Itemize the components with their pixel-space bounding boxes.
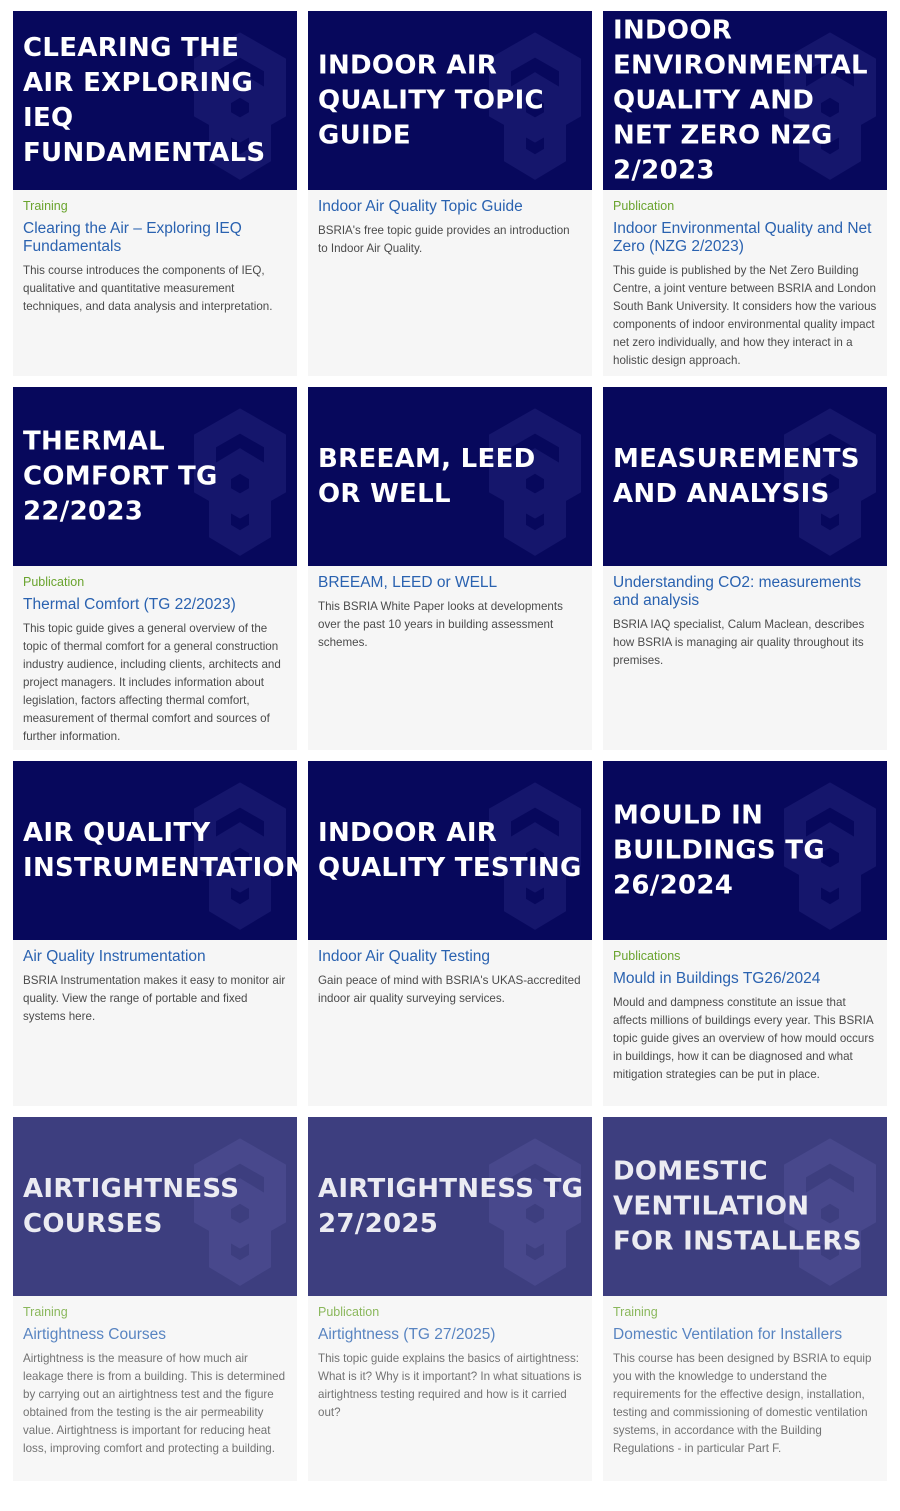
card-banner-title: MEASUREMENTS AND ANALYSIS: [613, 443, 860, 509]
card-banner-title: CLEARING THE AIR EXPLORING IEQ FUNDAMENT…: [23, 32, 266, 168]
card-banner-title: INDOOR AIR QUALITY TESTING: [318, 817, 582, 883]
card-banner-title: BREEAM, LEED OR WELL: [318, 443, 536, 509]
content-card[interactable]: THERMAL COMFORT TG 22/2023 Publication T…: [13, 387, 297, 750]
card-banner-title: AIRTIGHTNESS COURSES: [23, 1173, 240, 1239]
card-description: This topic guide explains the basics of …: [318, 1352, 582, 1419]
card-description: This course has been designed by BSRIA t…: [613, 1352, 872, 1455]
card-title-link[interactable]: Indoor Environmental Quality and Net Zer…: [613, 220, 877, 256]
card-banner: INDOOR AIR QUALITY TESTING: [308, 761, 592, 940]
card-description: This course introduces the components of…: [23, 264, 273, 313]
card-description: Gain peace of mind with BSRIA's UKAS-acc…: [318, 974, 581, 1005]
card-description: BSRIA Instrumentation makes it easy to m…: [23, 974, 286, 1023]
content-card-grid: CLEARING THE AIR EXPLORING IEQ FUNDAMENT…: [0, 0, 900, 1511]
card-banner: AIR QUALITY INSTRUMENTATION: [13, 761, 297, 940]
card-category: Training: [23, 1305, 68, 1319]
card-title-link[interactable]: Clearing the Air – Exploring IEQ Fundame…: [23, 220, 287, 256]
card-banner-title: THERMAL COMFORT TG 22/2023: [23, 426, 218, 526]
card-banner: INDOOR AIR QUALITY TOPIC GUIDE: [308, 11, 592, 190]
card-title-link[interactable]: Indoor Air Quality Topic Guide: [318, 198, 582, 216]
card-banner: BREEAM, LEED OR WELL: [308, 387, 592, 566]
card-title-link[interactable]: BREEAM, LEED or WELL: [318, 574, 582, 592]
content-card[interactable]: BREEAM, LEED OR WELL BREEAM, LEED or WEL…: [308, 387, 592, 750]
card-banner: AIRTIGHTNESS COURSES: [13, 1117, 297, 1296]
card-title-link[interactable]: Thermal Comfort (TG 22/2023): [23, 596, 287, 614]
card-description: BSRIA IAQ specialist, Calum Maclean, des…: [613, 618, 865, 667]
content-card[interactable]: MOULD IN BUILDINGS TG 26/2024 Publicatio…: [603, 761, 887, 1106]
card-banner: INDOOR ENVIRONMENTAL QUALITY AND NET ZER…: [603, 11, 887, 190]
card-banner-title: MOULD IN BUILDINGS TG 26/2024: [613, 800, 825, 900]
card-category: Publication: [23, 575, 85, 589]
card-title-link[interactable]: Airtightness (TG 27/2025): [318, 1326, 582, 1344]
content-card[interactable]: AIR QUALITY INSTRUMENTATION Air Quality …: [13, 761, 297, 1106]
card-category: Publication: [613, 199, 675, 213]
card-title-link[interactable]: Understanding CO2: measurements and anal…: [613, 574, 877, 610]
content-card[interactable]: INDOOR AIR QUALITY TOPIC GUIDE Indoor Ai…: [308, 11, 592, 376]
card-banner-title: AIRTIGHTNESS TG 27/2025: [318, 1173, 584, 1239]
content-card[interactable]: CLEARING THE AIR EXPLORING IEQ FUNDAMENT…: [13, 11, 297, 376]
card-banner: AIRTIGHTNESS TG 27/2025: [308, 1117, 592, 1296]
card-banner-title: DOMESTIC VENTILATION FOR INSTALLERS: [613, 1156, 862, 1256]
card-banner: CLEARING THE AIR EXPLORING IEQ FUNDAMENT…: [13, 11, 297, 190]
card-description: Airtightness is the measure of how much …: [23, 1352, 286, 1455]
card-banner: MOULD IN BUILDINGS TG 26/2024: [603, 761, 887, 940]
card-category: Publication: [318, 1305, 380, 1319]
card-description: BSRIA's free topic guide provides an int…: [318, 224, 570, 255]
card-title-link[interactable]: Mould in Buildings TG26/2024: [613, 970, 877, 988]
card-description: This guide is published by the Net Zero …: [613, 264, 877, 367]
card-title-link[interactable]: Air Quality Instrumentation: [23, 948, 287, 966]
content-card[interactable]: AIRTIGHTNESS COURSES Training Airtightne…: [13, 1117, 297, 1481]
card-category: Publications: [613, 949, 681, 963]
card-title-link[interactable]: Airtightness Courses: [23, 1326, 287, 1344]
card-banner-title: AIR QUALITY INSTRUMENTATION: [23, 817, 297, 883]
card-description: This BSRIA White Paper looks at developm…: [318, 600, 563, 649]
card-banner: THERMAL COMFORT TG 22/2023: [13, 387, 297, 566]
content-card[interactable]: INDOOR AIR QUALITY TESTING Indoor Air Qu…: [308, 761, 592, 1106]
card-title-link[interactable]: Domestic Ventilation for Installers: [613, 1326, 877, 1344]
card-banner: DOMESTIC VENTILATION FOR INSTALLERS: [603, 1117, 887, 1296]
card-description: This topic guide gives a general overvie…: [23, 622, 281, 743]
card-banner: MEASUREMENTS AND ANALYSIS: [603, 387, 887, 566]
card-category: Training: [23, 199, 68, 213]
content-card[interactable]: MEASUREMENTS AND ANALYSIS Understanding …: [603, 387, 887, 750]
card-banner-title: INDOOR ENVIRONMENTAL QUALITY AND NET ZER…: [613, 15, 868, 185]
content-card[interactable]: AIRTIGHTNESS TG 27/2025 Publication Airt…: [308, 1117, 592, 1481]
content-card[interactable]: DOMESTIC VENTILATION FOR INSTALLERS Trai…: [603, 1117, 887, 1481]
card-banner-title: INDOOR AIR QUALITY TOPIC GUIDE: [318, 50, 544, 150]
card-description: Mould and dampness constitute an issue t…: [613, 996, 874, 1081]
card-title-link[interactable]: Indoor Air Quality Testing: [318, 948, 582, 966]
content-card[interactable]: INDOOR ENVIRONMENTAL QUALITY AND NET ZER…: [603, 11, 887, 376]
card-category: Training: [613, 1305, 658, 1319]
